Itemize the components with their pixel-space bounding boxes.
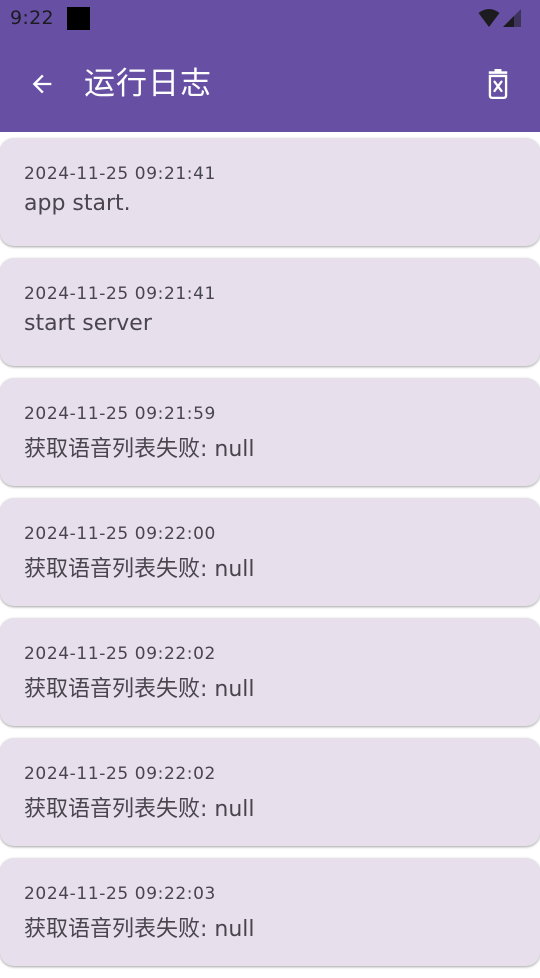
log-item[interactable]: 2024-11-25 09:22:02 获取语音列表失败: null — [0, 738, 540, 846]
log-item[interactable]: 2024-11-25 09:21:41 app start. — [0, 138, 540, 246]
log-message: 获取语音列表失败: null — [24, 677, 255, 702]
log-item[interactable]: 2024-11-25 09:22:00 获取语音列表失败: null — [0, 498, 540, 606]
log-timestamp: 2024-11-25 09:21:59 — [24, 404, 216, 424]
notification-icon — [67, 7, 90, 30]
log-item[interactable]: 2024-11-25 09:21:59 获取语音列表失败: null — [0, 378, 540, 486]
log-timestamp: 2024-11-25 09:21:41 — [24, 284, 216, 304]
log-item[interactable]: 2024-11-25 09:22:02 获取语音列表失败: null — [0, 618, 540, 726]
back-button[interactable] — [20, 62, 64, 106]
log-message: 获取语音列表失败: null — [24, 557, 255, 582]
clear-logs-button[interactable] — [476, 62, 520, 106]
status-icons — [478, 8, 522, 28]
log-message: 获取语音列表失败: null — [24, 917, 255, 942]
status-bar: 9:22 — [0, 0, 540, 36]
log-item[interactable]: 2024-11-25 09:22:03 获取语音列表失败: null — [0, 858, 540, 966]
log-timestamp: 2024-11-25 09:22:02 — [24, 644, 216, 664]
log-timestamp: 2024-11-25 09:22:02 — [24, 764, 216, 784]
log-item[interactable]: 2024-11-25 09:21:41 start server — [0, 258, 540, 366]
log-message: start server — [24, 311, 152, 336]
log-timestamp: 2024-11-25 09:22:00 — [24, 524, 216, 544]
log-message: 获取语音列表失败: null — [24, 437, 255, 462]
page-title: 运行日志 — [84, 66, 212, 102]
log-message: 获取语音列表失败: null — [24, 797, 255, 822]
app-bar: 运行日志 — [0, 36, 540, 132]
log-timestamp: 2024-11-25 09:21:41 — [24, 164, 216, 184]
delete-icon — [488, 69, 508, 99]
log-list[interactable]: 2024-11-25 09:21:41 app start. 2024-11-2… — [0, 138, 540, 978]
log-message: app start. — [24, 191, 131, 216]
arrow-back-icon — [32, 74, 52, 94]
signal-icon — [503, 9, 521, 27]
log-timestamp: 2024-11-25 09:22:03 — [24, 884, 216, 904]
status-time: 9:22 — [10, 7, 54, 29]
wifi-icon — [478, 9, 500, 27]
